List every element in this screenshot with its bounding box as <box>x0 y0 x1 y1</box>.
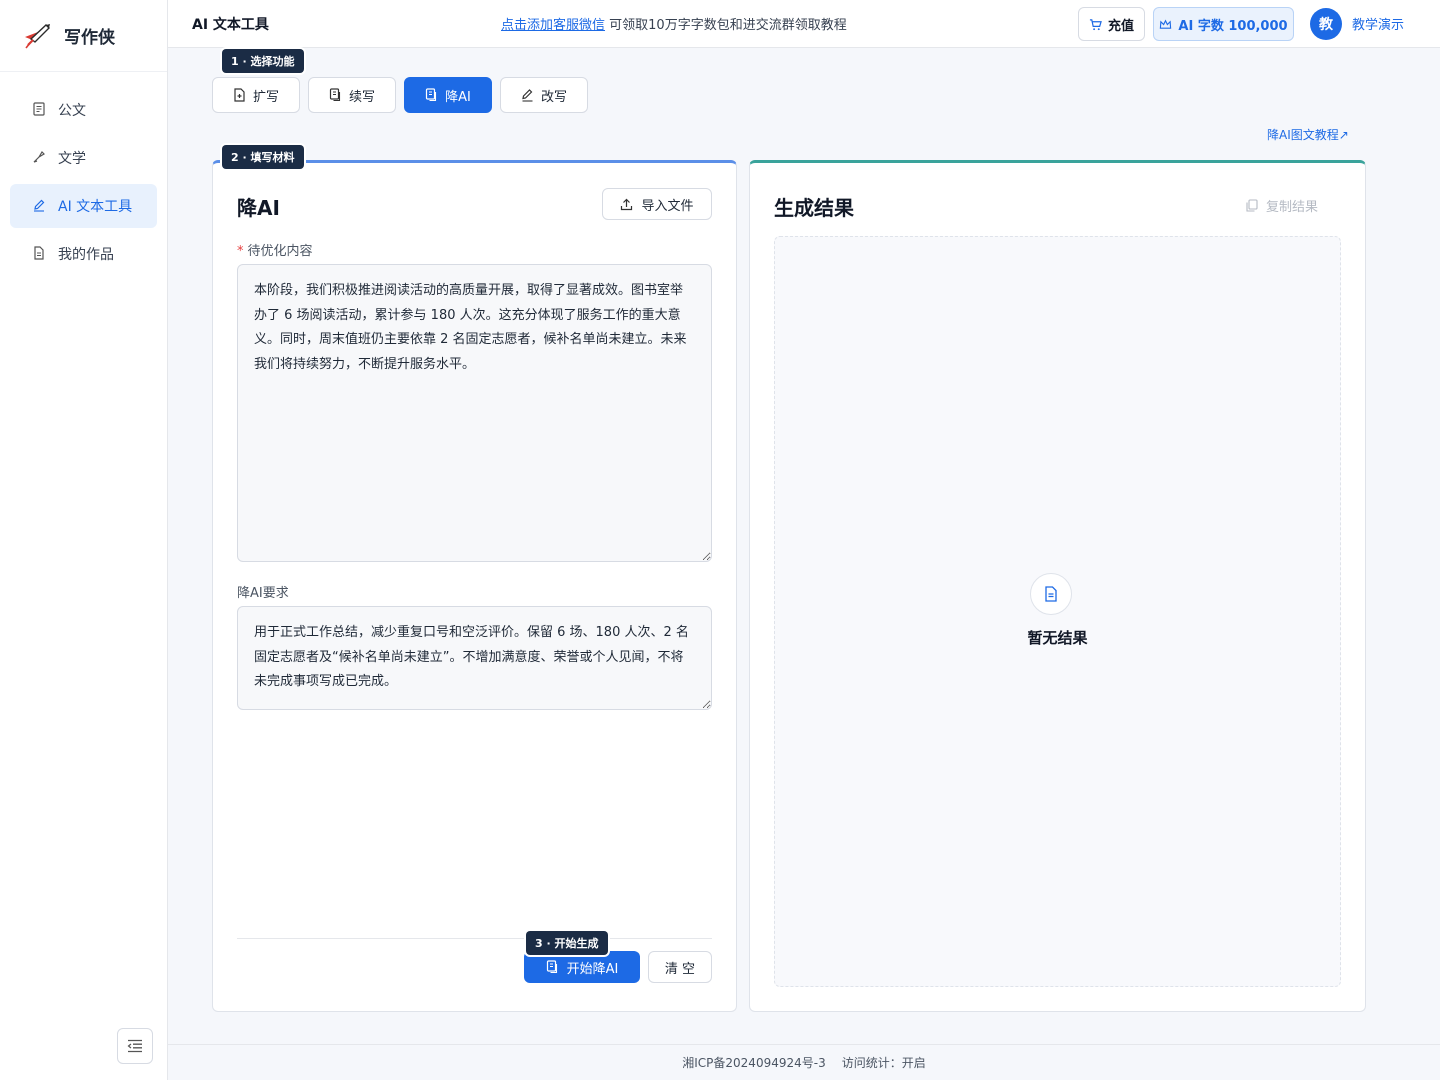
input-panel: 降AI 导入文件 *待优化内容 降AI要求 开始降AI 清 空 <box>212 160 737 1012</box>
tab-continue[interactable]: 续写 <box>308 77 396 113</box>
promo-text: 可领取10万字字数包和进交流群领取教程 <box>609 18 847 33</box>
top-header: AI 文本工具 点击添加客服微信 可领取10万字字数包和进交流群领取教程 充值 … <box>168 0 1440 48</box>
tab-label: 扩写 <box>252 89 279 105</box>
cart-icon <box>1089 18 1102 30</box>
promo-banner: 点击添加客服微信 可领取10万字字数包和进交流群领取教程 <box>501 14 847 33</box>
tab-expand[interactable]: 扩写 <box>212 77 300 113</box>
import-file-label: 导入文件 <box>641 198 694 214</box>
ai-quota-label: AI 字数 100,000 <box>1178 18 1288 34</box>
file-ai-icon <box>546 960 557 974</box>
file-icon <box>32 246 48 262</box>
empty-document-icon <box>1030 573 1072 615</box>
upload-icon <box>621 198 633 210</box>
rocket-pen-logo <box>25 23 50 48</box>
quill-icon <box>32 150 48 166</box>
crown-icon <box>1160 19 1172 29</box>
user-avatar[interactable]: 教 <box>1310 8 1342 40</box>
tab-label: 降AI <box>445 89 471 105</box>
sidebar-item-literature[interactable]: 文学 <box>10 136 157 180</box>
icp-number[interactable]: 湘ICP备2024094924号-3 <box>682 1054 825 1071</box>
step-badge-3: 3 · 开始生成 <box>526 931 608 955</box>
input-panel-title: 降AI <box>237 196 280 220</box>
document-list-icon <box>32 102 48 118</box>
edit-icon <box>522 89 533 102</box>
sidebar: 写作侠 公文 文学 AI 文本工具 我的作品 <box>0 0 168 1080</box>
action-divider <box>237 938 712 939</box>
promo-wechat-link[interactable]: 点击添加客服微信 <box>501 18 605 33</box>
tab-label: 续写 <box>348 89 375 105</box>
recharge-label: 充值 <box>1107 18 1134 34</box>
sidebar-item-label: 文学 <box>58 151 86 167</box>
start-reduce-ai-button[interactable]: 开始降AI <box>524 951 640 983</box>
tab-rewrite[interactable]: 改写 <box>500 77 588 113</box>
user-name[interactable]: 教学演示 <box>1352 14 1404 33</box>
visit-stats: 访问统计：开启 <box>841 1056 926 1070</box>
copy-result-label: 复制结果 <box>1266 200 1319 215</box>
result-panel-title: 生成结果 <box>774 196 854 220</box>
copy-result-button[interactable]: 复制结果 <box>1246 196 1318 215</box>
content-textarea[interactable] <box>237 264 712 562</box>
step-badge-1: 1 · 选择功能 <box>222 49 304 73</box>
sidebar-item-official-docs[interactable]: 公文 <box>10 88 157 132</box>
brand-name: 写作侠 <box>64 28 115 48</box>
collapse-menu-icon <box>127 1039 142 1053</box>
sidebar-item-label: AI 文本工具 <box>58 199 133 215</box>
requirement-textarea[interactable] <box>237 606 712 710</box>
content-label: * 待优化内容 <box>237 244 313 259</box>
tutorial-link[interactable]: 降AI图文教程↗ <box>1267 126 1349 143</box>
brand[interactable]: 写作侠 <box>0 0 167 72</box>
sidebar-item-my-works[interactable]: 我的作品 <box>10 232 157 276</box>
start-label: 开始降AI <box>566 961 619 977</box>
sidebar-nav: 公文 文学 AI 文本工具 我的作品 <box>0 72 167 276</box>
file-plus-icon <box>234 88 245 102</box>
sidebar-item-label: 公文 <box>58 103 86 119</box>
sidebar-collapse-button[interactable] <box>117 1028 153 1064</box>
empty-result-text: 暂无结果 <box>1027 629 1088 647</box>
file-ai-icon <box>426 88 437 102</box>
page-title: AI 文本工具 <box>192 16 269 33</box>
tab-label: 改写 <box>540 89 567 105</box>
ai-quota-button[interactable]: AI 字数 100,000 <box>1153 7 1294 41</box>
required-mark: * <box>237 244 244 259</box>
step-badge-2: 2 · 填写材料 <box>222 145 304 169</box>
sidebar-item-ai-text-tools[interactable]: AI 文本工具 <box>10 184 157 228</box>
pen-icon <box>32 198 48 214</box>
tab-reduce-ai[interactable]: 降AI <box>404 77 492 113</box>
result-area: 暂无结果 <box>774 236 1341 987</box>
clear-button[interactable]: 清 空 <box>648 951 712 983</box>
requirement-label: 降AI要求 <box>237 586 289 601</box>
copy-icon <box>1246 199 1258 212</box>
sidebar-item-label: 我的作品 <box>58 247 114 263</box>
file-copy-icon <box>329 88 341 102</box>
footer: 湘ICP备2024094924号-3 访问统计：开启 <box>168 1044 1440 1080</box>
result-panel: 生成结果 复制结果 暂无结果 <box>749 160 1366 1012</box>
recharge-button[interactable]: 充值 <box>1078 7 1145 41</box>
import-file-button[interactable]: 导入文件 <box>602 188 712 220</box>
